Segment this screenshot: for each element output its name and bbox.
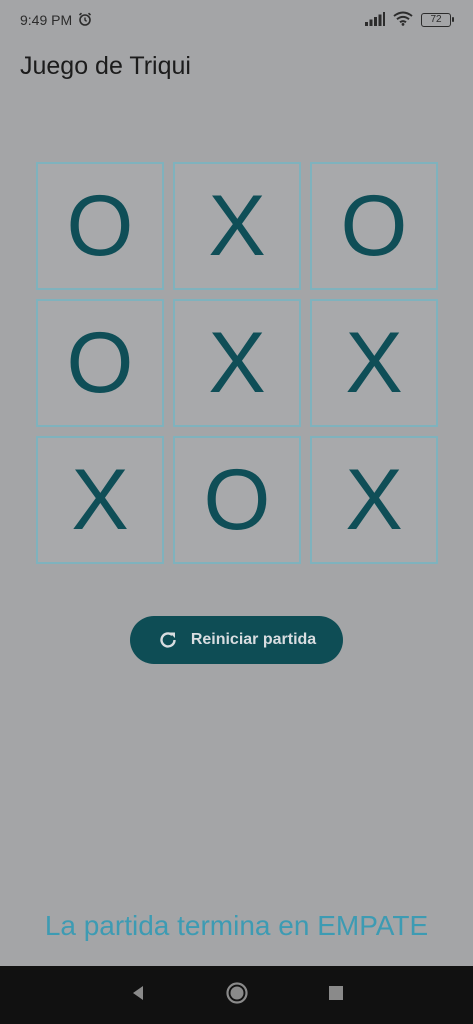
game-board: O X O O X X X O X xyxy=(36,162,438,564)
battery-icon: 72 xyxy=(421,13,454,27)
status-bar: 9:49 PM 72 xyxy=(0,0,473,40)
status-right: 72 xyxy=(365,11,454,29)
board-cell-1[interactable]: O xyxy=(36,162,164,290)
system-nav-bar xyxy=(0,966,473,1024)
status-left: 9:49 PM xyxy=(20,12,92,29)
result-message: La partida termina en EMPATE xyxy=(44,910,429,941)
recents-icon[interactable] xyxy=(329,985,344,1005)
reset-game-button[interactable]: Reiniciar partida xyxy=(130,616,343,664)
back-icon[interactable] xyxy=(130,985,146,1006)
wifi-icon xyxy=(393,11,413,29)
status-time: 9:49 PM xyxy=(20,12,73,28)
refresh-icon xyxy=(157,629,179,651)
alarm-icon xyxy=(78,12,92,29)
board-cell-5[interactable]: X xyxy=(173,299,301,427)
board-cell-6[interactable]: X xyxy=(310,299,438,427)
reset-button-label: Reiniciar partida xyxy=(190,631,317,648)
signal-icon xyxy=(365,11,385,29)
board-cell-4[interactable]: O xyxy=(36,299,164,427)
board-cell-3[interactable]: O xyxy=(310,162,438,290)
app-screen: 9:49 PM 72 Juego de Triqui O X O O X X X… xyxy=(0,0,473,1024)
board-cell-8[interactable]: O xyxy=(173,436,301,564)
board-cell-9[interactable]: X xyxy=(310,436,438,564)
board-cell-2[interactable]: X xyxy=(173,162,301,290)
page-title: Juego de Triqui xyxy=(20,52,191,80)
home-icon[interactable] xyxy=(225,981,249,1010)
board-cell-7[interactable]: X xyxy=(36,436,164,564)
